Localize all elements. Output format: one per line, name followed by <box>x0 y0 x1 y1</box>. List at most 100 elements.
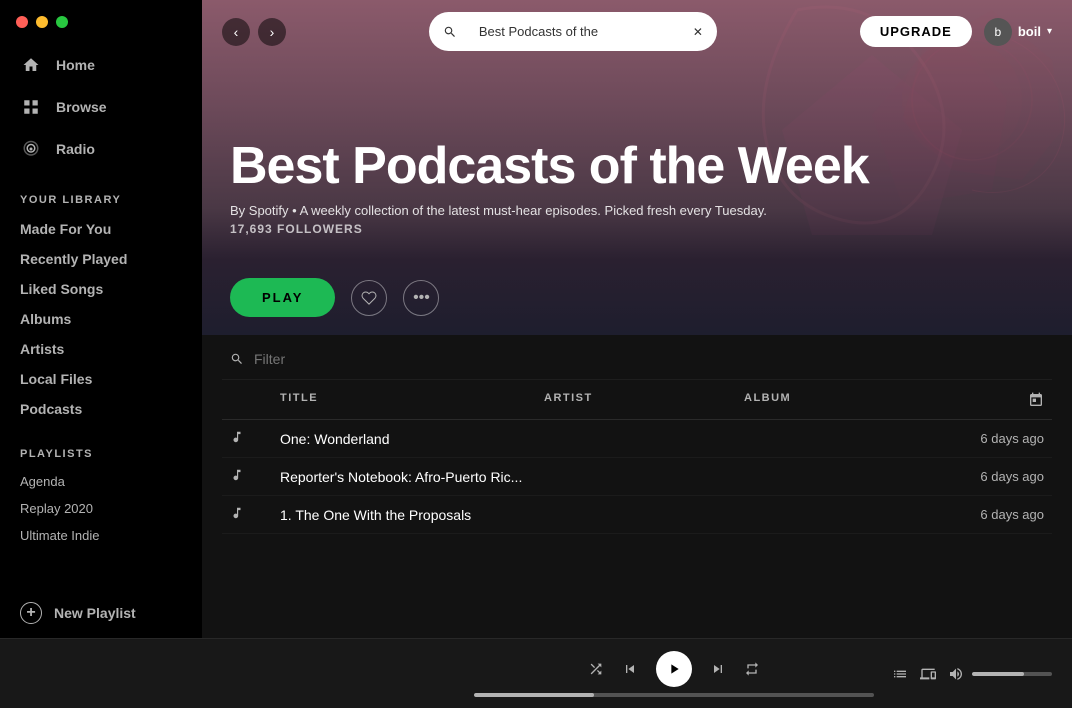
window-maximize-dot[interactable] <box>56 16 68 28</box>
volume-button[interactable] <box>948 666 964 682</box>
window-minimize-dot[interactable] <box>36 16 48 28</box>
previous-button[interactable] <box>622 661 638 677</box>
sidebar-item-radio-label: Radio <box>56 141 95 157</box>
filter-bar <box>222 335 1052 380</box>
col-num <box>230 392 280 411</box>
volume-icon <box>948 666 964 682</box>
sidebar-item-artists[interactable]: Artists <box>0 334 202 364</box>
hero-header: ‹ › ✕ UPGRADE <box>202 0 1072 260</box>
table-row[interactable]: One: Wonderland 6 days ago <box>222 420 1052 458</box>
user-name: boil <box>1018 24 1041 39</box>
sidebar-item-albums[interactable]: Albums <box>0 304 202 334</box>
action-bar: PLAY ••• <box>202 260 1072 335</box>
table-row[interactable]: 1. The One With the Proposals 6 days ago <box>222 496 1052 534</box>
heart-icon <box>361 290 377 306</box>
shuffle-button[interactable] <box>588 661 604 677</box>
table-row[interactable]: Reporter's Notebook: Afro-Puerto Ric... … <box>222 458 1052 496</box>
player-buttons <box>588 651 760 687</box>
your-library-heading: Your Library <box>0 178 202 214</box>
nav-buttons: ‹ › <box>222 18 286 46</box>
player-controls <box>456 651 892 697</box>
search-clear-button[interactable]: ✕ <box>693 25 703 39</box>
play-button[interactable]: PLAY <box>230 278 335 317</box>
back-icon: ‹ <box>234 24 239 40</box>
next-button[interactable] <box>710 661 726 677</box>
ultimate-indie-label: Ultimate Indie <box>20 528 99 543</box>
ellipsis-icon: ••• <box>413 289 430 307</box>
track-date-2: 6 days ago <box>944 469 1044 484</box>
track-title-1: One: Wonderland <box>280 431 544 447</box>
sidebar-item-local-files[interactable]: Local Files <box>0 364 202 394</box>
topbar-right: UPGRADE b boil ▾ <box>860 16 1052 47</box>
col-date <box>944 392 1044 411</box>
volume-bar[interactable] <box>972 672 1052 676</box>
upgrade-button[interactable]: UPGRADE <box>860 16 972 47</box>
tracklist-container[interactable]: TITLE ARTIST ALBUM One: Wonderland <box>202 335 1072 638</box>
table-header: TITLE ARTIST ALBUM <box>222 384 1052 420</box>
player-bar <box>0 638 1072 708</box>
filter-input[interactable] <box>254 351 435 367</box>
shuffle-icon <box>588 661 604 677</box>
track-note-icon <box>230 468 280 485</box>
new-playlist-label: New Playlist <box>54 605 136 621</box>
sidebar-item-recently-played[interactable]: Recently Played <box>0 244 202 274</box>
made-for-you-label: Made For You <box>20 221 111 237</box>
sidebar-item-browse-label: Browse <box>56 99 107 115</box>
new-playlist-button[interactable]: + New Playlist <box>0 588 202 638</box>
more-options-button[interactable]: ••• <box>403 280 439 316</box>
filter-search-icon <box>230 352 244 366</box>
player-right <box>892 666 1052 682</box>
calendar-icon <box>1028 392 1044 408</box>
playlists-heading: Playlists <box>0 432 202 468</box>
search-input[interactable] <box>465 18 685 45</box>
sidebar-item-home[interactable]: Home <box>0 44 202 86</box>
col-title: TITLE <box>280 392 544 411</box>
podcasts-label: Podcasts <box>20 401 82 417</box>
repeat-button[interactable] <box>744 661 760 677</box>
avatar: b <box>984 18 1012 46</box>
next-icon <box>710 661 726 677</box>
back-button[interactable]: ‹ <box>222 18 250 46</box>
search-icon <box>443 25 457 39</box>
playlists-list: Agenda Replay 2020 Ultimate Indie <box>0 468 202 549</box>
main-content: ‹ › ✕ UPGRADE <box>202 0 1072 638</box>
sidebar-item-agenda[interactable]: Agenda <box>0 468 202 495</box>
home-icon <box>20 54 42 76</box>
play-pause-button[interactable] <box>656 651 692 687</box>
like-button[interactable] <box>351 280 387 316</box>
sidebar-item-liked-songs[interactable]: Liked Songs <box>0 274 202 304</box>
followers-count: 17,693 FOLLOWERS <box>230 222 1044 236</box>
forward-button[interactable]: › <box>258 18 286 46</box>
topbar: ‹ › ✕ UPGRADE <box>202 0 1072 63</box>
sidebar-item-replay-2020[interactable]: Replay 2020 <box>0 495 202 522</box>
devices-button[interactable] <box>920 666 936 682</box>
sidebar-item-ultimate-indie[interactable]: Ultimate Indie <box>0 522 202 549</box>
main-nav: Home Browse Radio <box>0 36 202 178</box>
forward-icon: › <box>270 24 275 40</box>
track-date-1: 6 days ago <box>944 431 1044 446</box>
progress-bar[interactable] <box>474 693 874 697</box>
agenda-label: Agenda <box>20 474 65 489</box>
sidebar-item-made-for-you[interactable]: Made For You <box>0 214 202 244</box>
play-pause-icon <box>666 661 682 677</box>
queue-button[interactable] <box>892 666 908 682</box>
library-items: Made For You Recently Played Liked Songs… <box>0 214 202 424</box>
volume-fill <box>972 672 1024 676</box>
track-title-2: Reporter's Notebook: Afro-Puerto Ric... <box>280 469 544 485</box>
chevron-down-icon: ▾ <box>1047 26 1052 37</box>
sidebar-item-browse[interactable]: Browse <box>0 86 202 128</box>
search-bar[interactable]: ✕ <box>429 12 717 51</box>
new-playlist-icon: + <box>20 602 42 624</box>
browse-icon <box>20 96 42 118</box>
window-controls <box>0 0 202 36</box>
window-close-dot[interactable] <box>16 16 28 28</box>
sidebar: Home Browse Radio Your Library Made For … <box>0 0 202 638</box>
sidebar-item-home-label: Home <box>56 57 95 73</box>
progress-bar-container <box>474 693 874 697</box>
track-title-3: 1. The One With the Proposals <box>280 507 544 523</box>
track-date-3: 6 days ago <box>944 507 1044 522</box>
user-menu[interactable]: b boil ▾ <box>984 18 1052 46</box>
sidebar-item-radio[interactable]: Radio <box>0 128 202 170</box>
playlist-subtitle: By Spotify • A weekly collection of the … <box>230 203 1044 218</box>
sidebar-item-podcasts[interactable]: Podcasts <box>0 394 202 424</box>
